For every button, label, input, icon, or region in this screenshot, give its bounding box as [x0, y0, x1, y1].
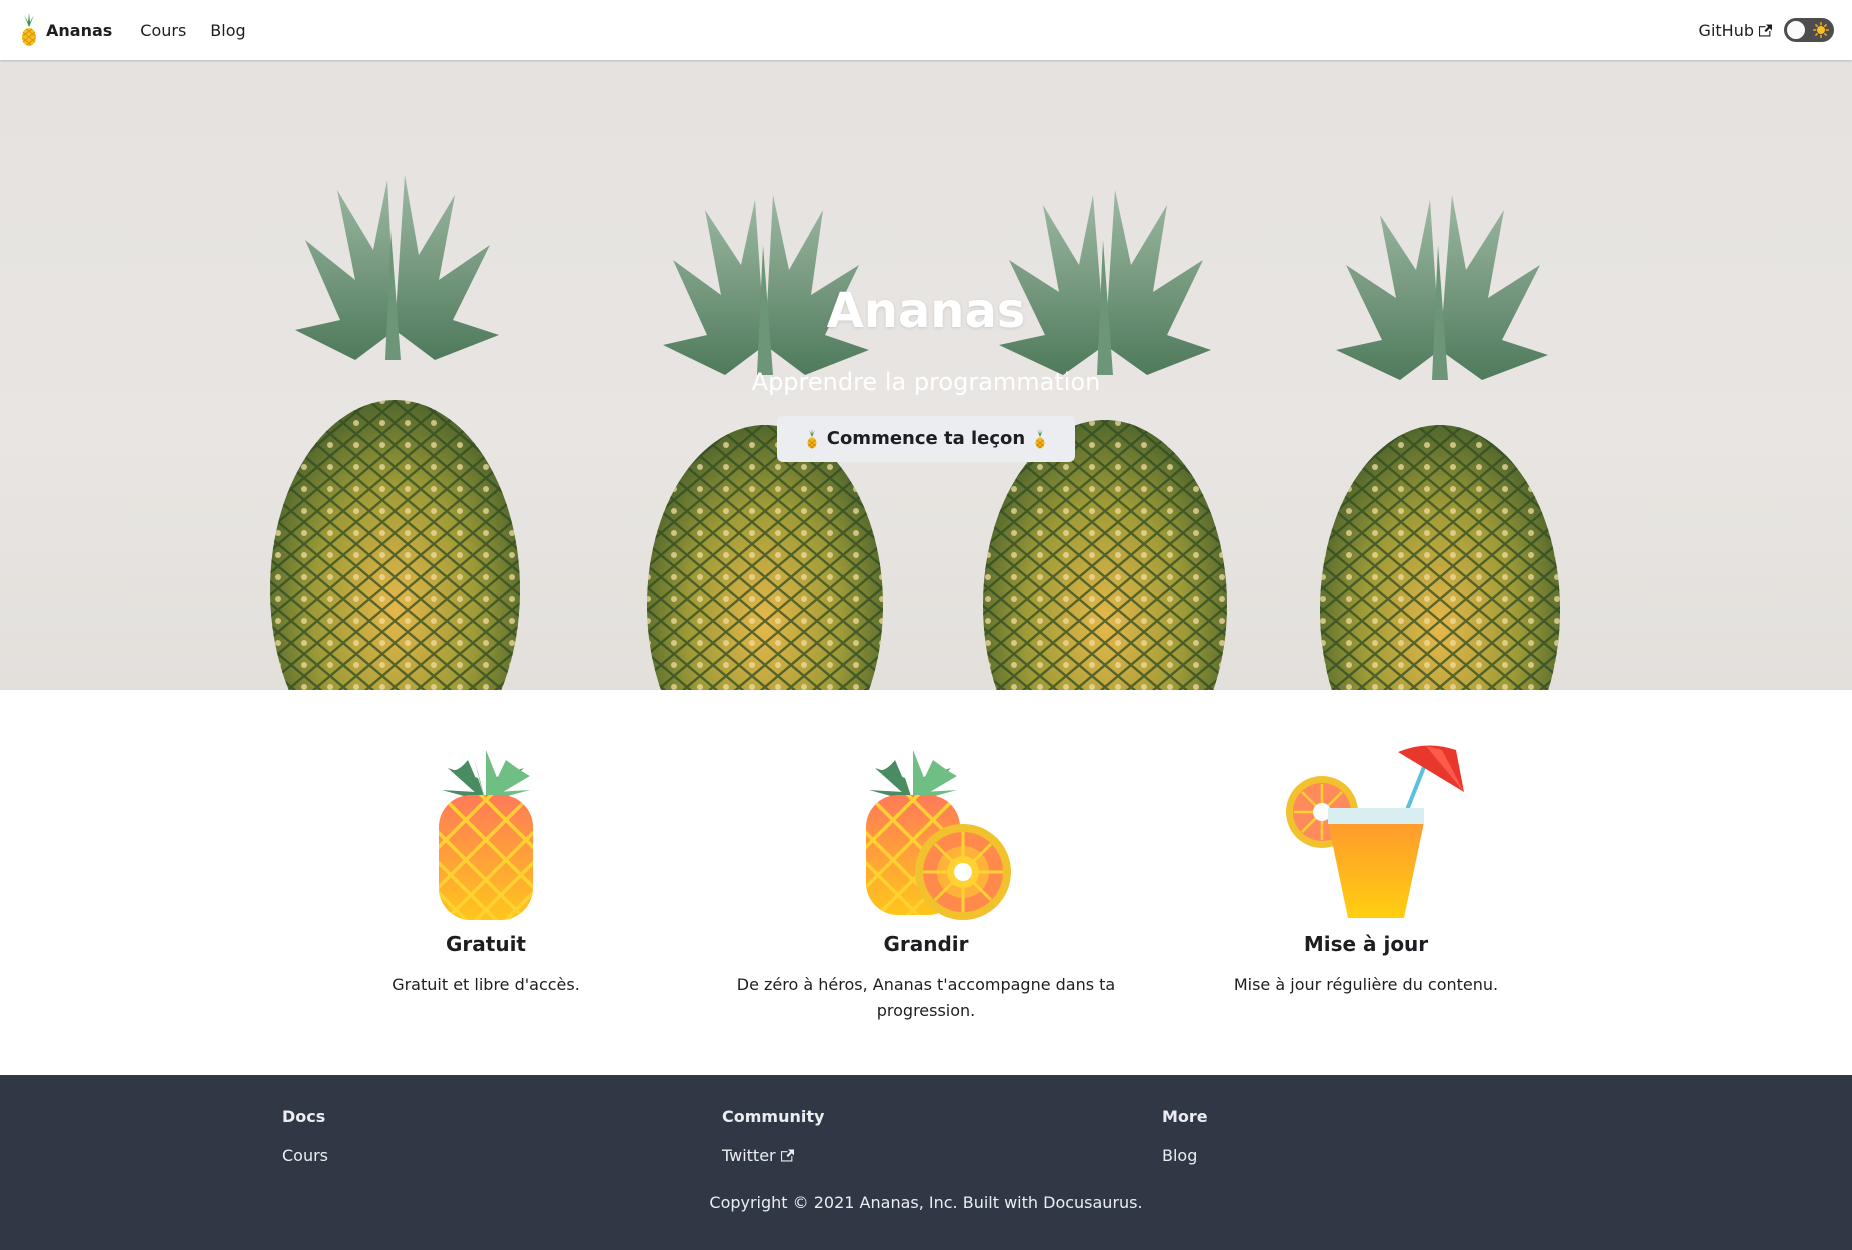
start-lesson-button[interactable]: Commence ta leçon	[777, 415, 1075, 462]
feature-title: Mise à jour	[1303, 932, 1429, 956]
pineapple-emoji-icon	[1035, 428, 1045, 449]
feature-description: Gratuit et libre d'accès.	[392, 975, 580, 994]
navbar: Ananas Cours Blog GitHub	[0, 0, 1852, 60]
footer-link-twitter[interactable]: Twitter	[722, 1146, 824, 1165]
github-link[interactable]: GitHub	[1699, 21, 1772, 40]
footer-link-label: Blog	[1162, 1146, 1198, 1165]
pineapple-icon	[439, 750, 533, 920]
footer-copyright: Copyright © 2021 Ananas, Inc. Built with…	[709, 1193, 1143, 1212]
cocktail-icon	[1286, 745, 1464, 918]
footer-column-title: More	[1162, 1107, 1208, 1126]
features-section: Gratuit Gratuit et libre d'accès. Grandi…	[0, 690, 1852, 1075]
feature-title: Gratuit	[446, 932, 526, 956]
footer-column-community: Community Twitter	[722, 1107, 824, 1165]
toggle-knob	[1786, 20, 1806, 40]
external-link-icon	[1759, 24, 1772, 36]
hero-title: Ananas	[826, 283, 1026, 339]
footer: Docs Cours Community Twitter More Blog C…	[0, 1075, 1852, 1250]
pineapple-emoji-icon	[807, 428, 817, 449]
pineapple-logo-icon	[20, 13, 38, 46]
hero-banner: Ananas Apprendre la programmation Commen…	[0, 60, 1852, 690]
brand-link[interactable]: Ananas	[18, 13, 112, 47]
feature-title: Grandir	[883, 932, 969, 956]
start-lesson-label: Commence ta leçon	[826, 428, 1026, 450]
feature-grandir: Grandir De zéro à héros, Ananas t'accomp…	[706, 720, 1146, 1024]
footer-column-title: Community	[722, 1107, 825, 1126]
nav-link-cours[interactable]: Cours	[140, 21, 186, 40]
feature-description: Mise à jour régulière du contenu.	[1233, 975, 1499, 994]
feature-mise-a-jour: Mise à jour Mise à jour régulière du con…	[1146, 720, 1586, 998]
pineapple-slice-icon	[866, 750, 1011, 920]
theme-toggle[interactable]	[1784, 18, 1834, 42]
sun-icon	[1813, 22, 1829, 38]
footer-link-blog[interactable]: Blog	[1162, 1146, 1208, 1165]
footer-column-docs: Docs Cours	[282, 1107, 328, 1165]
github-label: GitHub	[1698, 20, 1754, 40]
feature-description: De zéro à héros, Ananas t'accompagne dan…	[736, 975, 1116, 1020]
nav-link-blog[interactable]: Blog	[210, 21, 245, 40]
footer-link-label: Cours	[282, 1146, 329, 1165]
brand-title: Ananas	[46, 20, 113, 40]
footer-column-title: Docs	[282, 1107, 326, 1126]
footer-link-cours[interactable]: Cours	[282, 1146, 328, 1165]
external-link-icon	[780, 1149, 794, 1162]
navbar-right: GitHub	[1699, 18, 1834, 42]
footer-column-more: More Blog	[1162, 1107, 1208, 1165]
feature-gratuit: Gratuit Gratuit et libre d'accès.	[266, 720, 706, 998]
hero-subtitle: Apprendre la programmation	[751, 367, 1101, 396]
footer-link-label: Twitter	[722, 1146, 776, 1165]
hero-content: Ananas Apprendre la programmation Commen…	[0, 285, 1852, 462]
